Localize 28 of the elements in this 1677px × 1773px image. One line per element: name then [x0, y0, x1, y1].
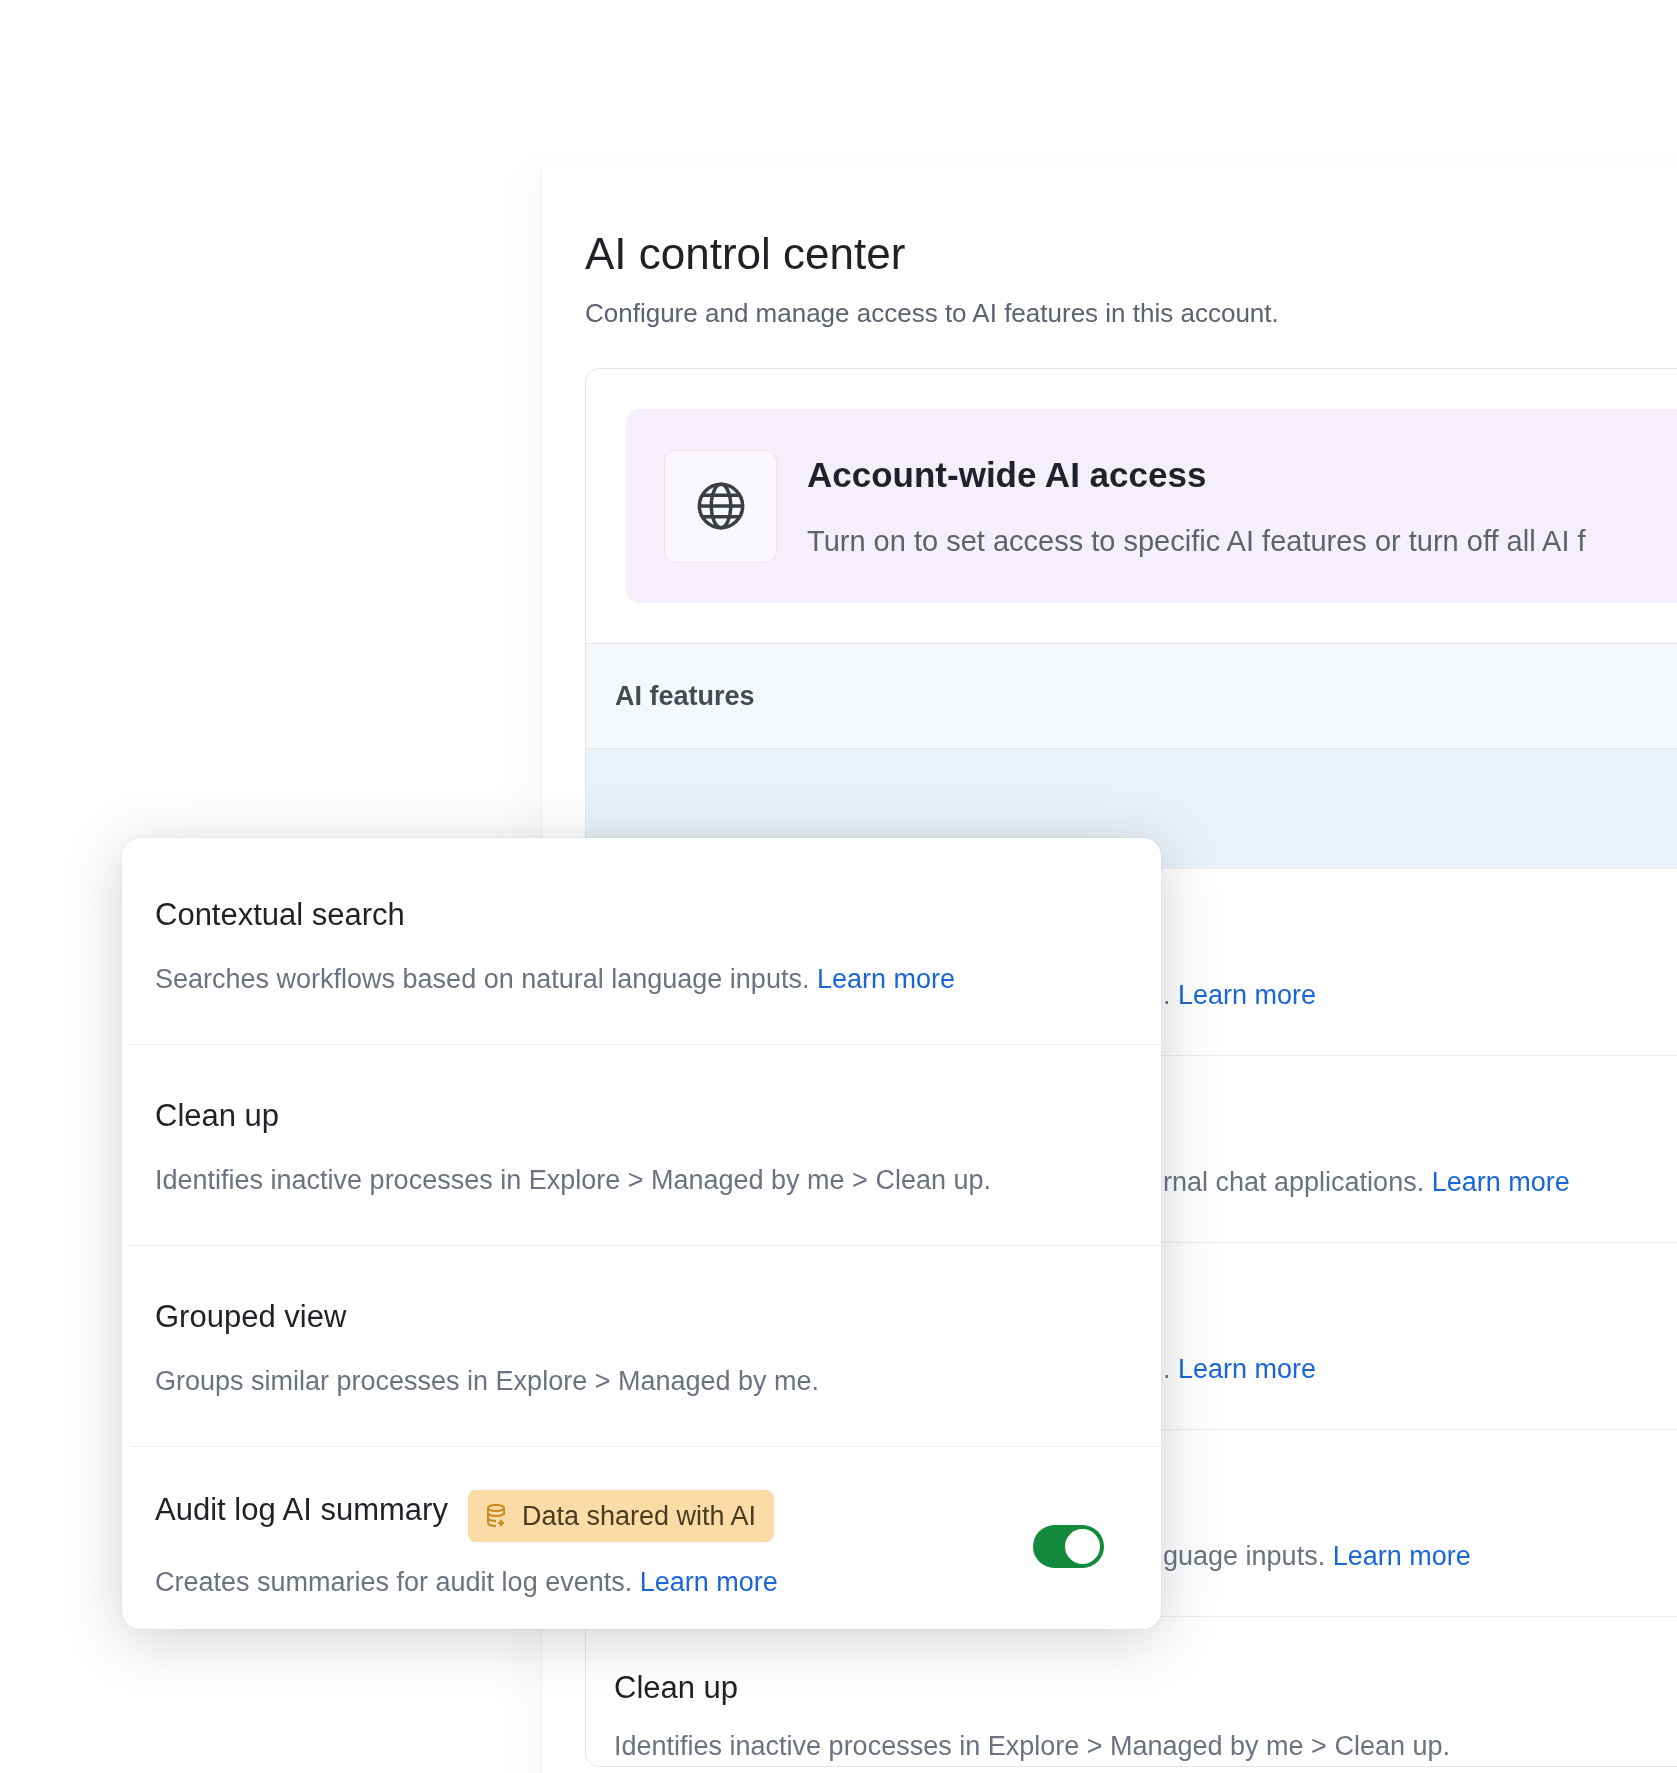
page-subtitle: Configure and manage access to AI features in this account. [585, 297, 1280, 331]
feature-description: Creates summaries for audit log events. [155, 1567, 633, 1597]
feature-title: Contextual search [155, 897, 405, 932]
page-title: AI control center [585, 228, 907, 280]
feature-description: . [1163, 980, 1171, 1011]
feature-title: Grouped view [155, 1299, 347, 1334]
learn-more-link[interactable]: Learn more [1332, 1541, 1471, 1572]
learn-more-link[interactable]: Learn more [816, 963, 955, 994]
feature-description: Identifies inactive processes in Explore > Managed by me > Clean up. [155, 1164, 991, 1195]
feature-description: guage inputs. [1163, 1541, 1326, 1572]
banner-title: Account-wide AI access [807, 454, 1208, 497]
feature-title: Clean up [155, 1098, 280, 1133]
banner-description: Turn on to set access to specific AI features or turn off all AI f [807, 523, 1586, 559]
feature-description: Searches workflows based on natural language inputs. [155, 963, 810, 994]
learn-more-link[interactable]: Learn more [1431, 1167, 1570, 1198]
badge-label: Data shared with AI [521, 1499, 757, 1533]
feature-description: rnal chat applications. [1163, 1167, 1425, 1198]
learn-more-link[interactable]: Learn more [1178, 1354, 1317, 1385]
feature-description: . [1163, 1354, 1171, 1385]
toggle-switch[interactable] [1033, 1525, 1104, 1568]
feature-title: Clean up [614, 1669, 740, 1708]
database-icon [485, 1502, 508, 1529]
learn-more-link[interactable]: Learn more [1178, 980, 1317, 1011]
feature-description: Identifies inactive processes in Explore > Managed by me > Clean up. [614, 1729, 1451, 1763]
learn-more-link[interactable]: Learn more [639, 1567, 778, 1597]
feature-title: Audit log AI summary [155, 1492, 448, 1527]
feature-description: Groups similar processes in Explore > Managed by me. [155, 1365, 820, 1396]
section-header: AI features [615, 679, 755, 713]
